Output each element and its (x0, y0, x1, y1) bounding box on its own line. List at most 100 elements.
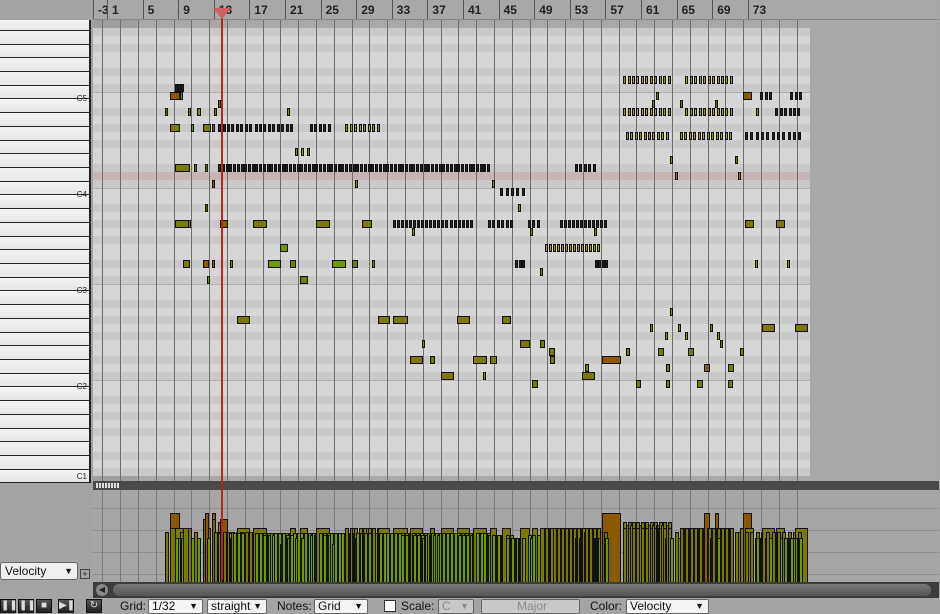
midi-note[interactable] (469, 219, 473, 228)
midi-note[interactable] (187, 107, 191, 116)
midi-note[interactable] (354, 123, 358, 132)
midi-note[interactable] (429, 355, 436, 364)
white-key[interactable] (0, 72, 89, 86)
midi-note[interactable] (358, 123, 362, 132)
midi-note[interactable] (580, 243, 584, 252)
midi-note[interactable] (367, 163, 371, 172)
midi-note[interactable] (319, 163, 323, 172)
midi-note[interactable] (393, 163, 397, 172)
midi-note[interactable] (410, 355, 423, 364)
midi-note[interactable] (194, 163, 198, 172)
midi-note[interactable] (579, 163, 583, 172)
midi-note[interactable] (449, 163, 453, 172)
midi-note[interactable] (266, 163, 270, 172)
midi-note[interactable] (227, 123, 230, 132)
velocity-bar[interactable] (492, 534, 497, 582)
midi-note[interactable] (667, 107, 671, 116)
midi-note[interactable] (372, 123, 376, 132)
white-key[interactable] (0, 318, 89, 333)
midi-note[interactable] (196, 107, 202, 116)
midi-note[interactable] (314, 123, 318, 132)
midi-note[interactable] (739, 347, 745, 356)
midi-note[interactable] (286, 107, 290, 116)
pause-button[interactable]: ❚❚ (0, 599, 18, 613)
pause2-button[interactable]: ❚❚ (18, 599, 36, 613)
midi-note[interactable] (472, 355, 487, 364)
midi-note[interactable] (790, 91, 794, 100)
midi-note[interactable] (341, 163, 345, 172)
ruler-label[interactable]: 65 (676, 0, 695, 19)
midi-note[interactable] (663, 75, 667, 84)
midi-note[interactable] (720, 131, 724, 140)
midi-note[interactable] (689, 75, 693, 84)
midi-note[interactable] (564, 243, 568, 252)
midi-note[interactable] (180, 83, 184, 92)
midi-note[interactable] (311, 163, 315, 172)
white-key[interactable] (0, 277, 89, 292)
midi-note[interactable] (519, 339, 531, 348)
velocity-bar[interactable] (164, 531, 169, 582)
midi-note[interactable] (657, 347, 664, 356)
scrollbar-thumb[interactable] (113, 584, 931, 596)
midi-note[interactable] (501, 219, 505, 228)
midi-note[interactable] (696, 379, 704, 388)
white-key[interactable] (0, 99, 89, 114)
midi-note[interactable] (685, 331, 689, 340)
midi-note[interactable] (631, 107, 635, 116)
midi-note[interactable] (502, 315, 511, 324)
midi-note[interactable] (461, 219, 465, 228)
midi-note[interactable] (345, 163, 349, 172)
midi-note[interactable] (649, 75, 653, 84)
midi-note[interactable] (717, 331, 721, 340)
midi-note[interactable] (720, 107, 724, 116)
midi-note[interactable] (510, 187, 514, 196)
midi-note[interactable] (431, 163, 435, 172)
white-key[interactable] (0, 373, 89, 388)
white-key[interactable] (0, 154, 89, 169)
midi-note[interactable] (766, 131, 770, 140)
midi-note[interactable] (703, 107, 707, 116)
midi-note[interactable] (518, 259, 522, 268)
midi-note[interactable] (211, 179, 215, 188)
midi-note[interactable] (248, 163, 251, 172)
white-key[interactable] (0, 195, 89, 210)
midi-note[interactable] (572, 243, 576, 252)
velocity-bar[interactable] (505, 537, 510, 582)
midi-note[interactable] (574, 163, 578, 172)
midi-note[interactable] (304, 163, 308, 172)
midi-note[interactable] (793, 107, 797, 116)
midi-note[interactable] (421, 339, 425, 348)
midi-note[interactable] (290, 123, 294, 132)
white-key[interactable] (0, 346, 89, 361)
white-key[interactable] (0, 181, 89, 196)
midi-note[interactable] (229, 163, 233, 172)
ruler-label[interactable]: 69 (712, 0, 731, 19)
ruler-label[interactable]: 61 (641, 0, 659, 19)
midi-note[interactable] (490, 355, 497, 364)
midi-note[interactable] (643, 131, 647, 140)
midi-note[interactable] (655, 91, 659, 100)
midi-note[interactable] (510, 219, 514, 228)
midi-note[interactable] (724, 131, 728, 140)
playhead-marker-icon[interactable] (212, 8, 231, 19)
midi-note[interactable] (191, 123, 195, 132)
midi-note[interactable] (255, 163, 259, 172)
midi-note[interactable] (465, 219, 469, 228)
ruler-label[interactable]: 41 (463, 0, 481, 19)
midi-note[interactable] (170, 91, 180, 100)
white-key[interactable] (0, 250, 89, 265)
midi-note[interactable] (725, 107, 729, 116)
midi-note[interactable] (656, 131, 660, 140)
midi-note[interactable] (505, 187, 509, 196)
midi-note[interactable] (631, 75, 635, 84)
midi-note[interactable] (270, 163, 274, 172)
midi-note[interactable] (521, 187, 525, 196)
midi-note[interactable] (263, 123, 267, 132)
midi-note[interactable] (536, 219, 540, 228)
midi-note[interactable] (667, 75, 671, 84)
midi-note[interactable] (688, 131, 692, 140)
midi-note[interactable] (281, 123, 285, 132)
white-key[interactable] (0, 85, 89, 100)
midi-note[interactable] (322, 163, 326, 172)
midi-note[interactable] (540, 339, 545, 348)
